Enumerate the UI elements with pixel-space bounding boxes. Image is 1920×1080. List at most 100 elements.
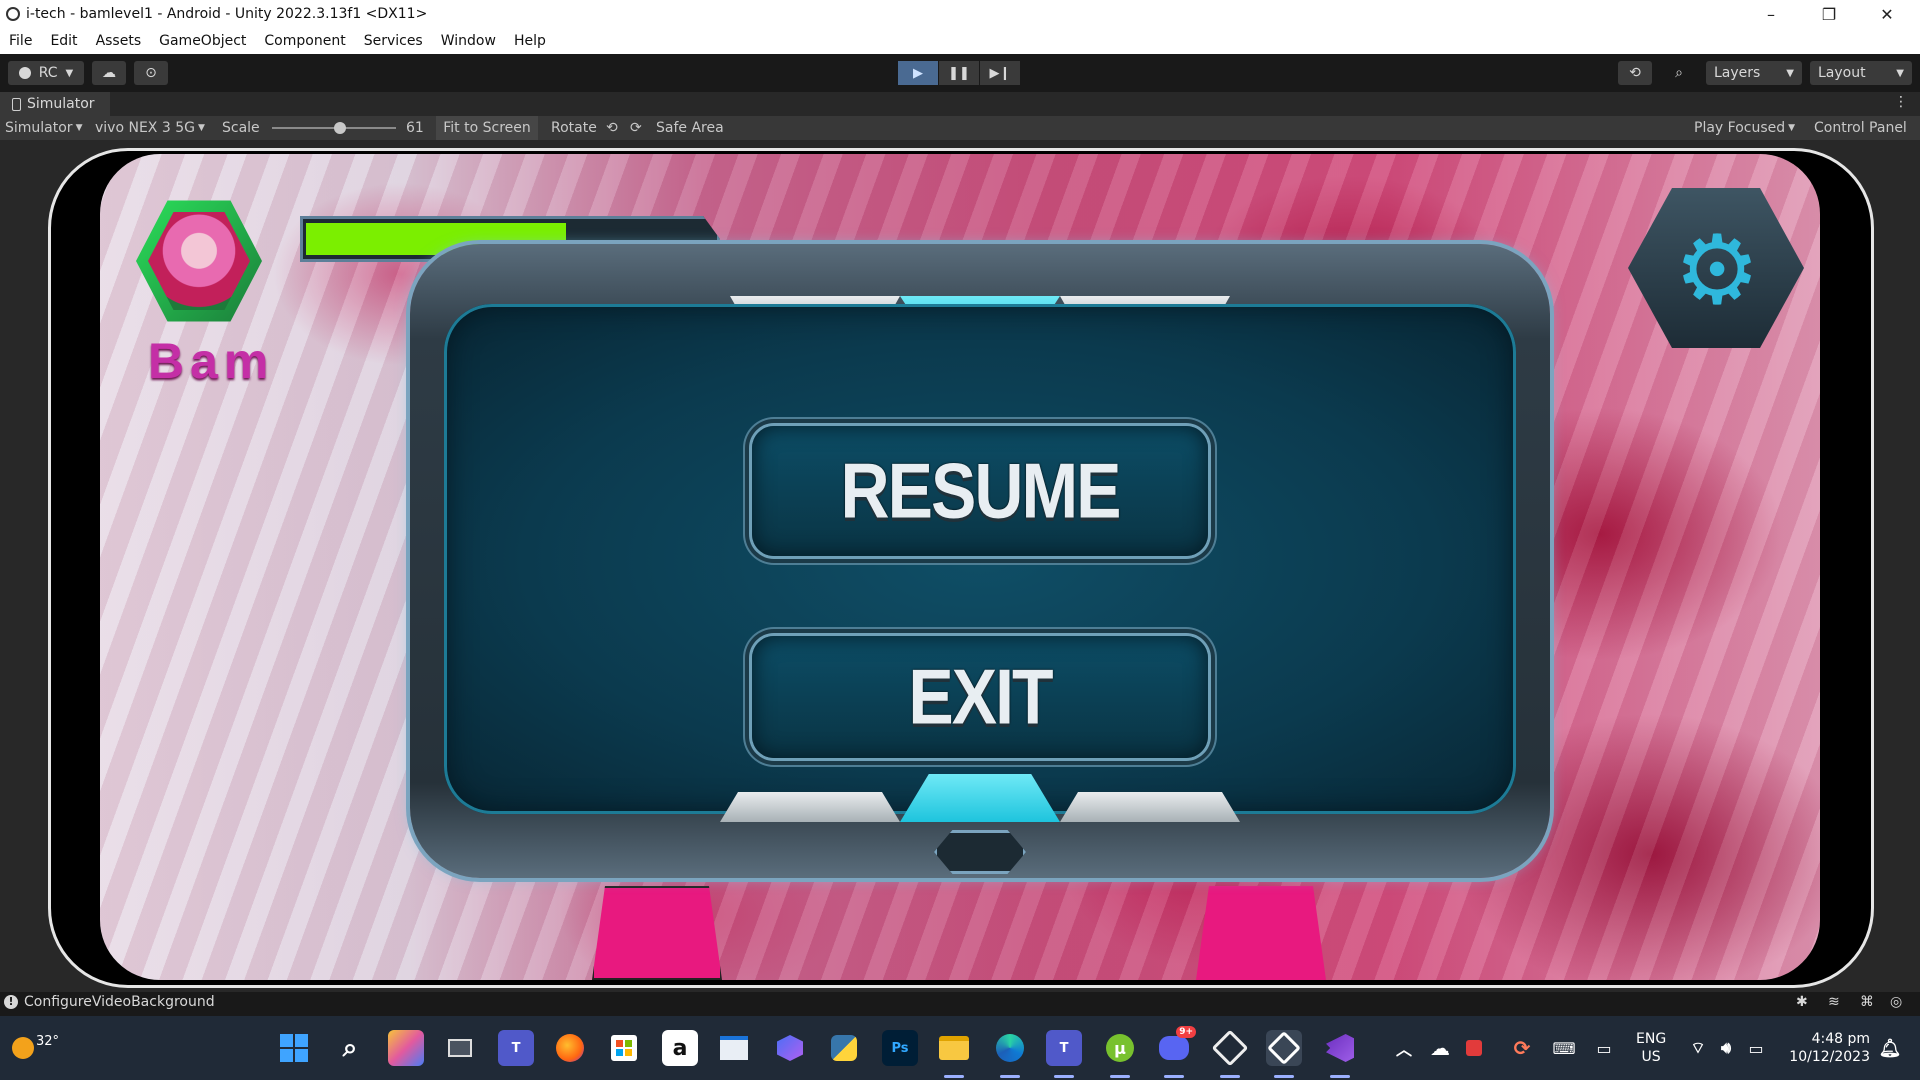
tab-simulator[interactable]: Simulator xyxy=(0,92,110,116)
search-icon[interactable]: ⌕ xyxy=(332,1030,368,1066)
search-icon[interactable]: ⌕ xyxy=(1662,61,1696,85)
teams-icon[interactable]: T xyxy=(498,1030,534,1066)
status-bar: ! ConfigureVideoBackground ✱ ≋ ⌘ ◎ xyxy=(0,992,1920,1016)
info-icon: ! xyxy=(4,995,18,1009)
menu-services[interactable]: Services xyxy=(355,33,432,49)
character-foot-left xyxy=(592,886,722,980)
chevron-down-icon: ▼ xyxy=(1786,67,1794,79)
gear-icon: ⚙ xyxy=(1674,214,1761,326)
discord-badge: 9+ xyxy=(1176,1026,1196,1038)
mode-dropdown[interactable]: Simulator ▼ xyxy=(5,116,83,140)
unity-hub-icon[interactable] xyxy=(1211,1029,1249,1078)
taskbar: 32° ⌕ T a Ps T µ 9+ ︿ ☁ ⟳ ⌨ ▭ ENG US ⌔ 🔊… xyxy=(0,1016,1920,1080)
sync-icon[interactable]: ⟳ xyxy=(1504,1030,1540,1066)
news-icon[interactable] xyxy=(716,1030,752,1066)
window-title: i-tech - bamlevel1 - Android - Unity 202… xyxy=(26,6,428,22)
utorrent-icon[interactable]: µ xyxy=(1102,1030,1138,1078)
scale-value: 61 xyxy=(406,120,424,136)
menu-edit[interactable]: Edit xyxy=(41,33,86,49)
device-dropdown[interactable]: vivo NEX 3 5G ▼ xyxy=(95,116,205,140)
scale-slider-thumb[interactable] xyxy=(334,122,346,134)
task-view-icon[interactable] xyxy=(442,1030,478,1066)
account-dropdown[interactable]: RC ▼ xyxy=(8,61,84,85)
safe-area-toggle[interactable]: Safe Area xyxy=(656,116,724,140)
main-toolbar: RC ▼ ☁ ⊙ ▶ ❚❚ ▶❙ ⟲ ⌕ Layers ▼ Layout ▼ xyxy=(0,54,1920,92)
menu-gameobject[interactable]: GameObject xyxy=(150,33,255,49)
minimize-button[interactable]: – xyxy=(1742,0,1800,28)
weather-widget[interactable]: 32° xyxy=(12,1030,72,1066)
play-focused-dropdown[interactable]: Play Focused ▼ xyxy=(1694,116,1795,140)
amazon-icon[interactable]: a xyxy=(662,1030,698,1066)
display-icon[interactable]: ▭ xyxy=(1586,1030,1622,1066)
layout-dropdown[interactable]: Layout ▼ xyxy=(1810,61,1912,85)
bug-icon[interactable]: ✱ xyxy=(1796,994,1808,1010)
history-icon[interactable]: ⟲ xyxy=(1618,61,1652,85)
layers-dropdown[interactable]: Layers ▼ xyxy=(1706,61,1802,85)
unity-editor-icon[interactable] xyxy=(1266,1030,1302,1078)
file-explorer-icon[interactable] xyxy=(936,1030,972,1078)
menu-help[interactable]: Help xyxy=(505,33,555,49)
panel-bottom-hex xyxy=(934,830,1026,874)
notification-bell-icon[interactable]: 🔔︎ xyxy=(1872,1030,1908,1066)
onedrive-cloud-icon[interactable]: ☁ xyxy=(1422,1030,1458,1066)
collab-icon[interactable]: ⊙ xyxy=(134,61,168,85)
chevron-down-icon: ▼ xyxy=(65,67,74,79)
discord-icon[interactable]: 9+ xyxy=(1156,1026,1196,1078)
maximize-button[interactable]: ❐ xyxy=(1800,0,1858,28)
panel-trim-left-bottom xyxy=(720,792,900,822)
resume-button[interactable]: RESUME xyxy=(752,426,1208,556)
close-button[interactable]: ✕ xyxy=(1858,0,1916,28)
rotate-label: Rotate xyxy=(551,120,597,136)
cloud-icon[interactable]: ☁ xyxy=(92,61,126,85)
stack-icon[interactable]: ≋ xyxy=(1828,994,1840,1010)
player-name: Bam xyxy=(148,333,275,389)
simulator-toolbar: Simulator ▼ vivo NEX 3 5G ▼ Scale 61 Fit t… xyxy=(0,116,1920,140)
show-hidden-icons-chevron[interactable]: ︿ xyxy=(1386,1030,1422,1066)
rotate-right-icon[interactable]: ⟳ xyxy=(630,116,642,140)
python-icon[interactable] xyxy=(826,1030,862,1066)
simulator-viewport: Bam ⚙ RESUME EXIT xyxy=(0,140,1920,992)
rotate-left-icon[interactable]: ⟲ xyxy=(606,116,618,140)
game-screen[interactable]: Bam ⚙ RESUME EXIT xyxy=(100,154,1820,980)
teams-classic-icon[interactable]: T xyxy=(1046,1030,1082,1078)
character-foot-right xyxy=(1196,886,1326,980)
network-icon[interactable]: ⌘ xyxy=(1860,994,1874,1010)
sun-icon xyxy=(12,1037,34,1059)
check-icon[interactable]: ◎ xyxy=(1890,994,1902,1010)
play-button[interactable]: ▶ xyxy=(898,61,938,85)
firefox-icon[interactable] xyxy=(552,1030,588,1066)
title-bar: i-tech - bamlevel1 - Android - Unity 202… xyxy=(0,0,1920,28)
media-player-icon[interactable] xyxy=(772,1030,808,1066)
menu-component[interactable]: Component xyxy=(255,33,354,49)
play-controls: ▶ ❚❚ ▶❙ xyxy=(898,61,1021,85)
microsoft-store-icon[interactable] xyxy=(606,1030,642,1066)
copilot-icon[interactable] xyxy=(388,1030,424,1066)
menu-file[interactable]: File xyxy=(0,33,41,49)
chevron-down-icon: ▼ xyxy=(1896,67,1904,79)
step-button[interactable]: ▶❙ xyxy=(980,61,1020,85)
window-tab-bar: Simulator ⋮ xyxy=(0,92,1920,116)
chevron-down-icon: ▼ xyxy=(197,123,205,133)
more-options-icon[interactable]: ⋮ xyxy=(1894,94,1908,110)
battery-icon[interactable]: ▭ xyxy=(1738,1030,1774,1066)
app-tray-icon[interactable] xyxy=(1456,1030,1492,1066)
menu-assets[interactable]: Assets xyxy=(87,33,151,49)
menu-window[interactable]: Window xyxy=(432,33,505,49)
photoshop-icon[interactable]: Ps xyxy=(882,1030,918,1066)
clock[interactable]: 4:48 pm 10/12/2023 xyxy=(1780,1030,1870,1066)
control-panel-button[interactable]: Control Panel xyxy=(1814,116,1907,140)
keyboard-icon[interactable]: ⌨ xyxy=(1546,1030,1582,1066)
fit-to-screen-button[interactable]: Fit to Screen xyxy=(436,116,538,140)
account-icon xyxy=(18,67,31,79)
panel-trim-right-bottom xyxy=(1060,792,1240,822)
edge-icon[interactable] xyxy=(992,1030,1028,1078)
chevron-down-icon: ▼ xyxy=(1788,123,1796,133)
exit-button[interactable]: EXIT xyxy=(752,636,1208,758)
pause-button[interactable]: ❚❚ xyxy=(939,61,979,85)
language-indicator[interactable]: ENG US xyxy=(1636,1030,1666,1066)
start-windows-icon[interactable] xyxy=(276,1030,312,1066)
visual-studio-icon[interactable] xyxy=(1322,1030,1358,1078)
scale-label: Scale xyxy=(222,120,260,136)
scale-slider[interactable] xyxy=(272,116,396,140)
console-message[interactable]: ConfigureVideoBackground xyxy=(24,994,215,1010)
